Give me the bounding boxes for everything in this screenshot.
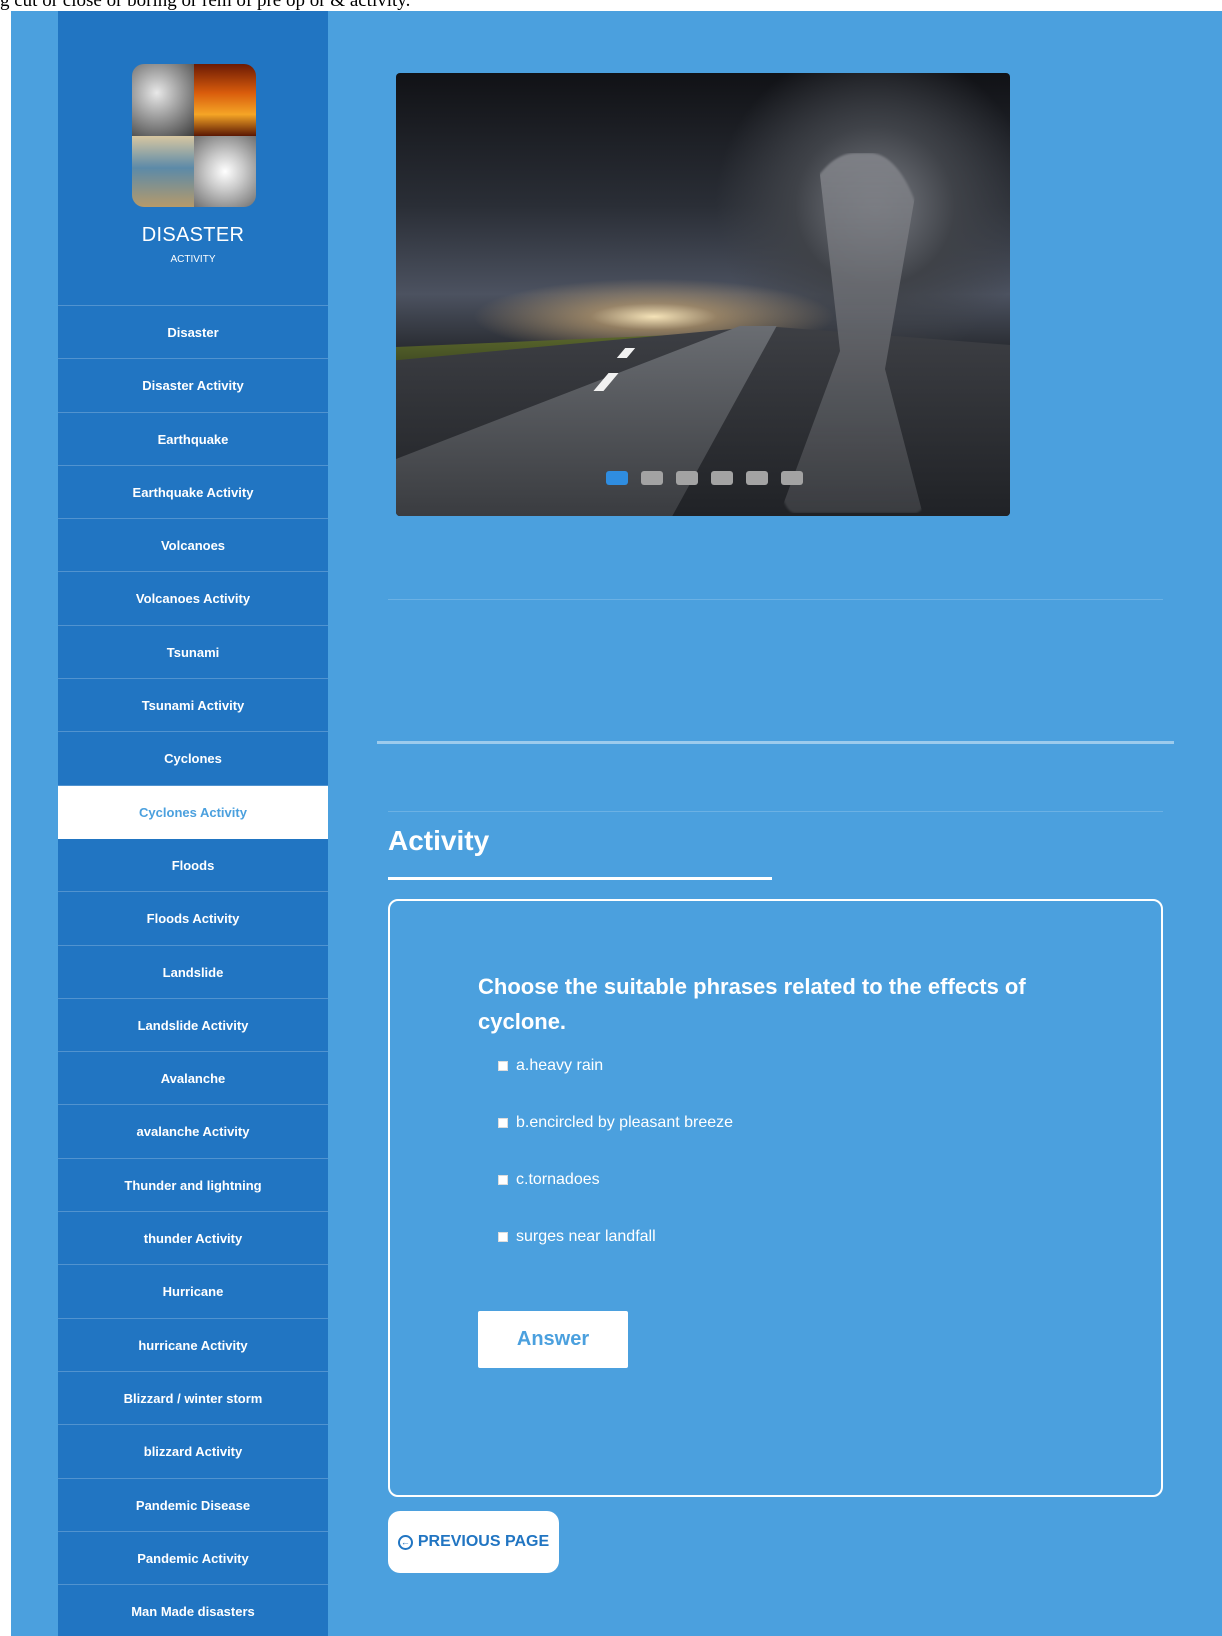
sidebar-item[interactable]: Volcanoes	[58, 519, 328, 573]
sidebar-item[interactable]: Volcanoes Activity	[58, 572, 328, 626]
quiz-question: Choose the suitable phrases related to t…	[478, 974, 1026, 1034]
logo[interactable]	[132, 64, 256, 207]
sidebar-item[interactable]: Floods Activity	[58, 892, 328, 946]
slider-dot[interactable]	[676, 471, 698, 485]
page: DISASTER ACTIVITY Disaster Disaster Activ…	[11, 11, 1222, 1636]
sidebar-item[interactable]: Avalanche	[58, 1052, 328, 1106]
logo-cyclone-tile	[194, 135, 256, 207]
sidebar-item[interactable]: Earthquake	[58, 413, 328, 466]
sidebar-item[interactable]: Thunder and lightning	[58, 1159, 328, 1213]
top-text-strip: g cut or close or boring or rem of pre o…	[0, 0, 1222, 11]
logo-avalanche-tile	[132, 64, 194, 136]
divider	[388, 811, 1163, 812]
sidebar-item[interactable]: Tsunami	[58, 626, 328, 680]
sidebar-item[interactable]: thunder Activity	[58, 1212, 328, 1266]
quiz-option-label: b.encircled by pleasant breeze	[516, 1114, 734, 1131]
checkbox[interactable]	[498, 1061, 508, 1071]
sidebar-item[interactable]: avalanche Activity	[58, 1105, 328, 1159]
sidebar-item[interactable]: Earthquake Activity	[58, 466, 328, 520]
previous-page-button[interactable]: ← PREVIOUS PAGE	[388, 1511, 559, 1573]
previous-page-label: PREVIOUS PAGE	[417, 1533, 550, 1550]
quiz-option-label: surges near landfall	[516, 1228, 656, 1245]
sidebar-item[interactable]: Tsunami Activity	[58, 679, 328, 733]
answer-button[interactable]: Answer	[478, 1311, 628, 1368]
sidebar-item[interactable]: Disaster	[58, 306, 328, 360]
image-slider[interactable]	[396, 73, 1010, 516]
heading-underline	[388, 877, 772, 880]
quiz-box: Choose the suitable phrases related to t…	[388, 899, 1163, 1497]
checkbox[interactable]	[498, 1232, 508, 1242]
logo-flood-tile	[132, 135, 194, 207]
quiz-option[interactable]: a.heavy rain	[498, 1057, 603, 1075]
checkbox[interactable]	[498, 1118, 508, 1128]
sidebar-item[interactable]: blizzard Activity	[58, 1425, 328, 1479]
arrow-left-circle-icon: ←	[397, 1534, 413, 1550]
sidebar-item[interactable]: Hurricane	[58, 1265, 328, 1319]
brand-subtitle: ACTIVITY	[170, 254, 216, 265]
sidebar: DISASTER ACTIVITY Disaster Disaster Activ…	[58, 11, 328, 1636]
divider	[388, 599, 1163, 600]
sidebar-item[interactable]: Blizzard / winter storm	[58, 1372, 328, 1426]
sidebar-item[interactable]: Disaster Activity	[58, 359, 328, 413]
sidebar-item[interactable]: Cyclones Activity	[58, 785, 328, 839]
top-text: g cut or close or boring or rem of pre o…	[0, 0, 411, 11]
sidebar-item[interactable]: Pandemic Disease	[58, 1479, 328, 1532]
quiz-option-label: c.tornadoes	[516, 1171, 600, 1188]
sidebar-item[interactable]: Cyclones	[58, 732, 328, 786]
sidebar-item[interactable]: Pandemic Activity	[58, 1532, 328, 1586]
sidebar-item[interactable]: Landslide	[58, 946, 328, 999]
quiz-option[interactable]: surges near landfall	[498, 1228, 656, 1246]
slider-dot[interactable]	[641, 471, 663, 485]
sidebar-nav: Disaster Disaster Activity Earthquake Earth…	[58, 305, 328, 1636]
sidebar-item[interactable]: hurricane Activity	[58, 1319, 328, 1372]
quiz-option-label: a.heavy rain	[516, 1057, 604, 1074]
slider-dot[interactable]	[746, 471, 768, 485]
slider-dots	[606, 471, 803, 485]
sidebar-item[interactable]: Floods	[58, 839, 328, 893]
slider-dot[interactable]	[781, 471, 803, 485]
slider-dot[interactable]	[606, 471, 628, 485]
quiz-option[interactable]: b.encircled by pleasant breeze	[498, 1114, 733, 1132]
sidebar-item[interactable]: Man Made disasters	[58, 1585, 328, 1636]
logo-fire-tile	[194, 64, 256, 136]
sidebar-item[interactable]: Landslide Activity	[58, 999, 328, 1053]
divider	[377, 741, 1174, 744]
slider-dot[interactable]	[711, 471, 733, 485]
brand-title: DISASTER	[141, 224, 245, 246]
activity-heading: Activity	[388, 825, 490, 856]
checkbox[interactable]	[498, 1175, 508, 1185]
quiz-option[interactable]: c.tornadoes	[498, 1171, 600, 1189]
